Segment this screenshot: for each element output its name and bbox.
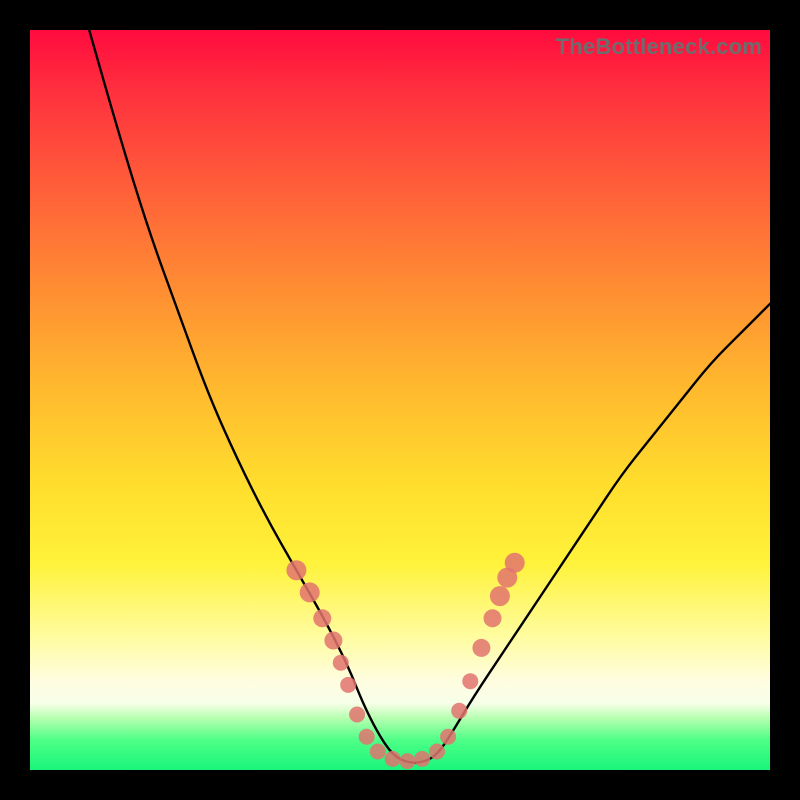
curve-marker (472, 639, 490, 657)
curve-marker (385, 751, 401, 767)
curve-marker (484, 609, 502, 627)
curve-markers (286, 553, 524, 769)
curve-marker (490, 586, 510, 606)
plot-area: TheBottleneck.com (30, 30, 770, 770)
curve-marker (333, 655, 349, 671)
curve-marker (370, 744, 386, 760)
curve-marker (359, 729, 375, 745)
curve-marker (462, 673, 478, 689)
curve-marker (440, 729, 456, 745)
curve-marker (451, 703, 467, 719)
curve-marker (313, 609, 331, 627)
curve-marker (414, 751, 430, 767)
curve-marker (505, 553, 525, 573)
curve-marker (286, 560, 306, 580)
curve-marker (340, 677, 356, 693)
curve-marker (399, 753, 415, 769)
bottleneck-curve (89, 30, 770, 763)
curve-marker (429, 744, 445, 760)
curve-marker (300, 582, 320, 602)
curve-marker (349, 707, 365, 723)
curve-layer (30, 30, 770, 770)
outer-frame: TheBottleneck.com (0, 0, 800, 800)
curve-marker (324, 632, 342, 650)
watermark-text: TheBottleneck.com (556, 34, 762, 60)
